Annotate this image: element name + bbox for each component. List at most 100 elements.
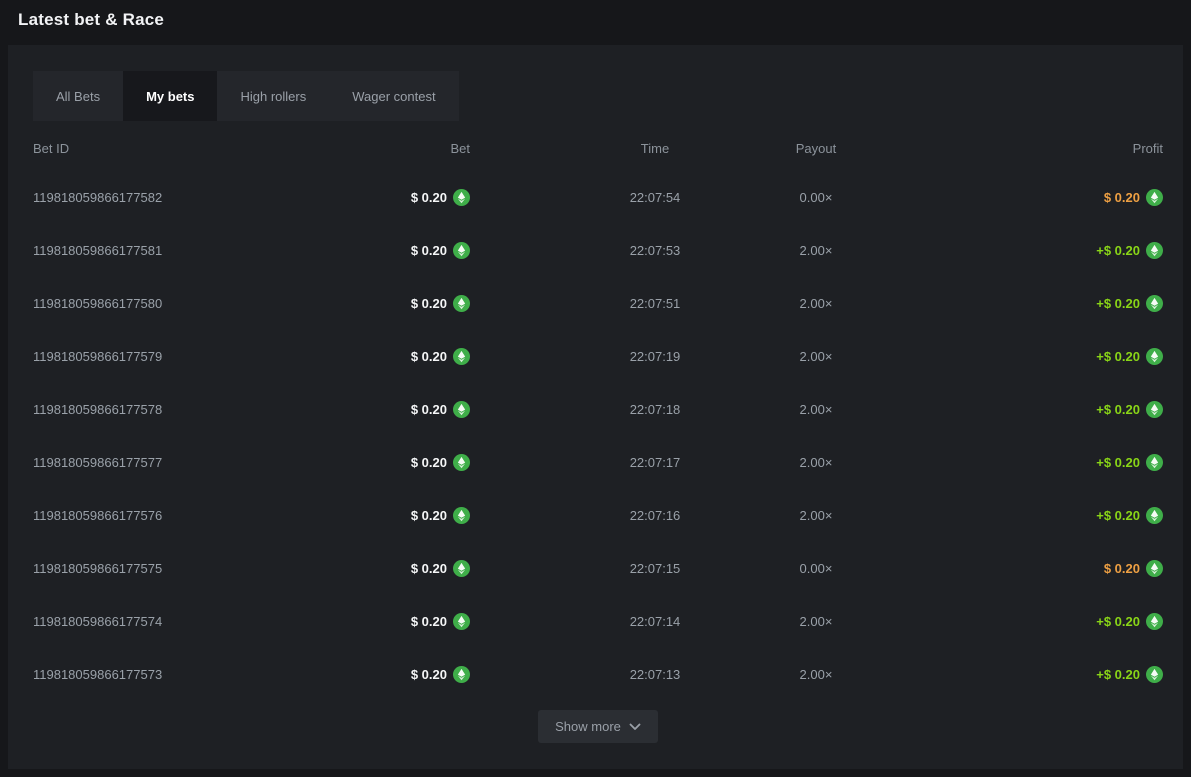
coin-icon — [453, 560, 470, 577]
tab-high-rollers[interactable]: High rollers — [217, 71, 329, 121]
table-row[interactable]: 119818059866177573 $ 0.20 22:07:13 2.00×… — [33, 648, 1163, 701]
table-header: Bet ID Bet Time Payout Profit — [33, 125, 1163, 171]
bet-profit: +$ 0.20 — [872, 401, 1163, 418]
table-row[interactable]: 119818059866177574 $ 0.20 22:07:14 2.00×… — [33, 595, 1163, 648]
bet-profit: +$ 0.20 — [872, 613, 1163, 630]
bet-payout: 2.00× — [760, 614, 872, 629]
bet-id: 119818059866177578 — [33, 402, 273, 417]
table-row[interactable]: 119818059866177581 $ 0.20 22:07:53 2.00×… — [33, 224, 1163, 277]
table-row[interactable]: 119818059866177575 $ 0.20 22:07:15 0.00×… — [33, 542, 1163, 595]
bet-time: 22:07:51 — [470, 296, 760, 311]
bet-amount: $ 0.20 — [273, 242, 470, 259]
table-row[interactable]: 119818059866177579 $ 0.20 22:07:19 2.00×… — [33, 330, 1163, 383]
bet-payout: 2.00× — [760, 402, 872, 417]
bet-amount: $ 0.20 — [273, 507, 470, 524]
coin-icon — [1146, 454, 1163, 471]
bet-amount: $ 0.20 — [273, 454, 470, 471]
coin-icon — [453, 242, 470, 259]
bet-time: 22:07:14 — [470, 614, 760, 629]
show-more-button[interactable]: Show more — [538, 710, 658, 743]
bet-payout: 0.00× — [760, 561, 872, 576]
tab-label: All Bets — [56, 89, 100, 104]
coin-icon — [453, 507, 470, 524]
table-body: 119818059866177582 $ 0.20 22:07:54 0.00×… — [33, 171, 1163, 701]
coin-icon — [453, 348, 470, 365]
coin-icon — [453, 189, 470, 206]
tab-my-bets[interactable]: My bets — [123, 71, 217, 121]
chevron-down-icon — [629, 723, 641, 731]
bet-payout: 2.00× — [760, 667, 872, 682]
bet-amount: $ 0.20 — [273, 348, 470, 365]
coin-icon — [1146, 560, 1163, 577]
coin-icon — [1146, 189, 1163, 206]
column-header-bet-id: Bet ID — [33, 141, 273, 156]
column-header-time: Time — [470, 141, 760, 156]
bet-payout: 2.00× — [760, 508, 872, 523]
tab-wager-contest[interactable]: Wager contest — [329, 71, 458, 121]
bet-id: 119818059866177573 — [33, 667, 273, 682]
coin-icon — [1146, 348, 1163, 365]
bet-payout: 0.00× — [760, 190, 872, 205]
bet-payout: 2.00× — [760, 349, 872, 364]
tab-label: Wager contest — [352, 89, 435, 104]
bet-time: 22:07:16 — [470, 508, 760, 523]
bet-id: 119818059866177575 — [33, 561, 273, 576]
show-more-label: Show more — [555, 719, 621, 734]
coin-icon — [1146, 507, 1163, 524]
tab-label: My bets — [146, 89, 194, 104]
coin-icon — [453, 401, 470, 418]
column-header-profit: Profit — [872, 141, 1163, 156]
tab-all-bets[interactable]: All Bets — [33, 71, 123, 121]
bet-profit: +$ 0.20 — [872, 242, 1163, 259]
bet-time: 22:07:17 — [470, 455, 760, 470]
bet-payout: 2.00× — [760, 296, 872, 311]
bet-id: 119818059866177580 — [33, 296, 273, 311]
bet-payout: 2.00× — [760, 455, 872, 470]
table-row[interactable]: 119818059866177580 $ 0.20 22:07:51 2.00×… — [33, 277, 1163, 330]
table-row[interactable]: 119818059866177577 $ 0.20 22:07:17 2.00×… — [33, 436, 1163, 489]
table-row[interactable]: 119818059866177576 $ 0.20 22:07:16 2.00×… — [33, 489, 1163, 542]
bet-id: 119818059866177581 — [33, 243, 273, 258]
coin-icon — [453, 613, 470, 630]
bet-profit: +$ 0.20 — [872, 295, 1163, 312]
table-row[interactable]: 119818059866177582 $ 0.20 22:07:54 0.00×… — [33, 171, 1163, 224]
bet-amount: $ 0.20 — [273, 666, 470, 683]
bet-time: 22:07:13 — [470, 667, 760, 682]
bets-panel: All Bets My bets High rollers Wager cont… — [8, 45, 1183, 769]
bet-amount: $ 0.20 — [273, 189, 470, 206]
bet-id: 119818059866177582 — [33, 190, 273, 205]
bet-payout: 2.00× — [760, 243, 872, 258]
bets-tabs: All Bets My bets High rollers Wager cont… — [33, 71, 459, 121]
bet-profit: +$ 0.20 — [872, 348, 1163, 365]
coin-icon — [1146, 666, 1163, 683]
column-header-payout: Payout — [760, 141, 872, 156]
coin-icon — [1146, 295, 1163, 312]
page-title: Latest bet & Race — [18, 10, 164, 30]
bet-amount: $ 0.20 — [273, 401, 470, 418]
table-row[interactable]: 119818059866177578 $ 0.20 22:07:18 2.00×… — [33, 383, 1163, 436]
coin-icon — [453, 666, 470, 683]
bet-amount: $ 0.20 — [273, 295, 470, 312]
bet-id: 119818059866177574 — [33, 614, 273, 629]
bet-profit: +$ 0.20 — [872, 507, 1163, 524]
bet-time: 22:07:53 — [470, 243, 760, 258]
bet-time: 22:07:18 — [470, 402, 760, 417]
bet-time: 22:07:15 — [470, 561, 760, 576]
bet-profit: +$ 0.20 — [872, 454, 1163, 471]
bet-time: 22:07:19 — [470, 349, 760, 364]
bet-id: 119818059866177576 — [33, 508, 273, 523]
coin-icon — [453, 454, 470, 471]
column-header-bet: Bet — [273, 141, 470, 156]
section-header: Latest bet & Race — [0, 0, 1191, 40]
bet-time: 22:07:54 — [470, 190, 760, 205]
bet-amount: $ 0.20 — [273, 560, 470, 577]
tab-label: High rollers — [240, 89, 306, 104]
bet-profit: $ 0.20 — [872, 189, 1163, 206]
coin-icon — [1146, 613, 1163, 630]
bet-amount: $ 0.20 — [273, 613, 470, 630]
coin-icon — [1146, 242, 1163, 259]
coin-icon — [1146, 401, 1163, 418]
bet-profit: +$ 0.20 — [872, 666, 1163, 683]
bet-profit: $ 0.20 — [872, 560, 1163, 577]
coin-icon — [453, 295, 470, 312]
